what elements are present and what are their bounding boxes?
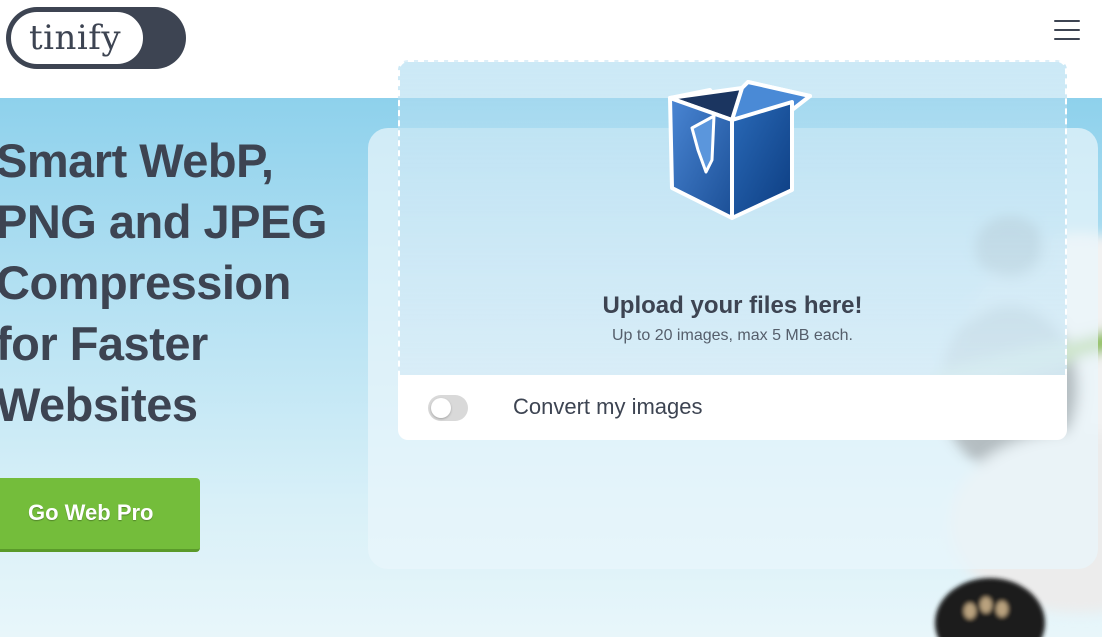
hero-title-line: Compression <box>0 256 291 309</box>
tinify-logo[interactable]: tinify <box>6 7 186 69</box>
logo-text: tinify <box>29 18 122 58</box>
hero-title: Smart WebP, PNG and JPEG Compression for… <box>0 130 356 435</box>
hero-title-line: Smart WebP, <box>0 134 274 187</box>
logo-pill: tinify <box>9 10 145 66</box>
convert-toggle[interactable] <box>428 395 468 421</box>
upload-subtitle: Up to 20 images, max 5 MB each. <box>612 327 853 344</box>
hamburger-menu-icon[interactable] <box>1052 16 1082 44</box>
go-web-pro-label: Go Web Pro <box>28 500 154 525</box>
open-box-icon <box>668 80 812 220</box>
hero-title-line: for Faster <box>0 317 208 370</box>
toggle-knob <box>431 398 451 418</box>
hero-title-line: PNG and JPEG <box>0 195 327 248</box>
go-web-pro-button[interactable]: Go Web Pro <box>0 478 200 552</box>
upload-title: Upload your files here! <box>602 292 863 319</box>
convert-row: Convert my images <box>398 375 1067 440</box>
hero-title-line: Websites <box>0 378 198 431</box>
convert-label: Convert my images <box>513 394 703 419</box>
